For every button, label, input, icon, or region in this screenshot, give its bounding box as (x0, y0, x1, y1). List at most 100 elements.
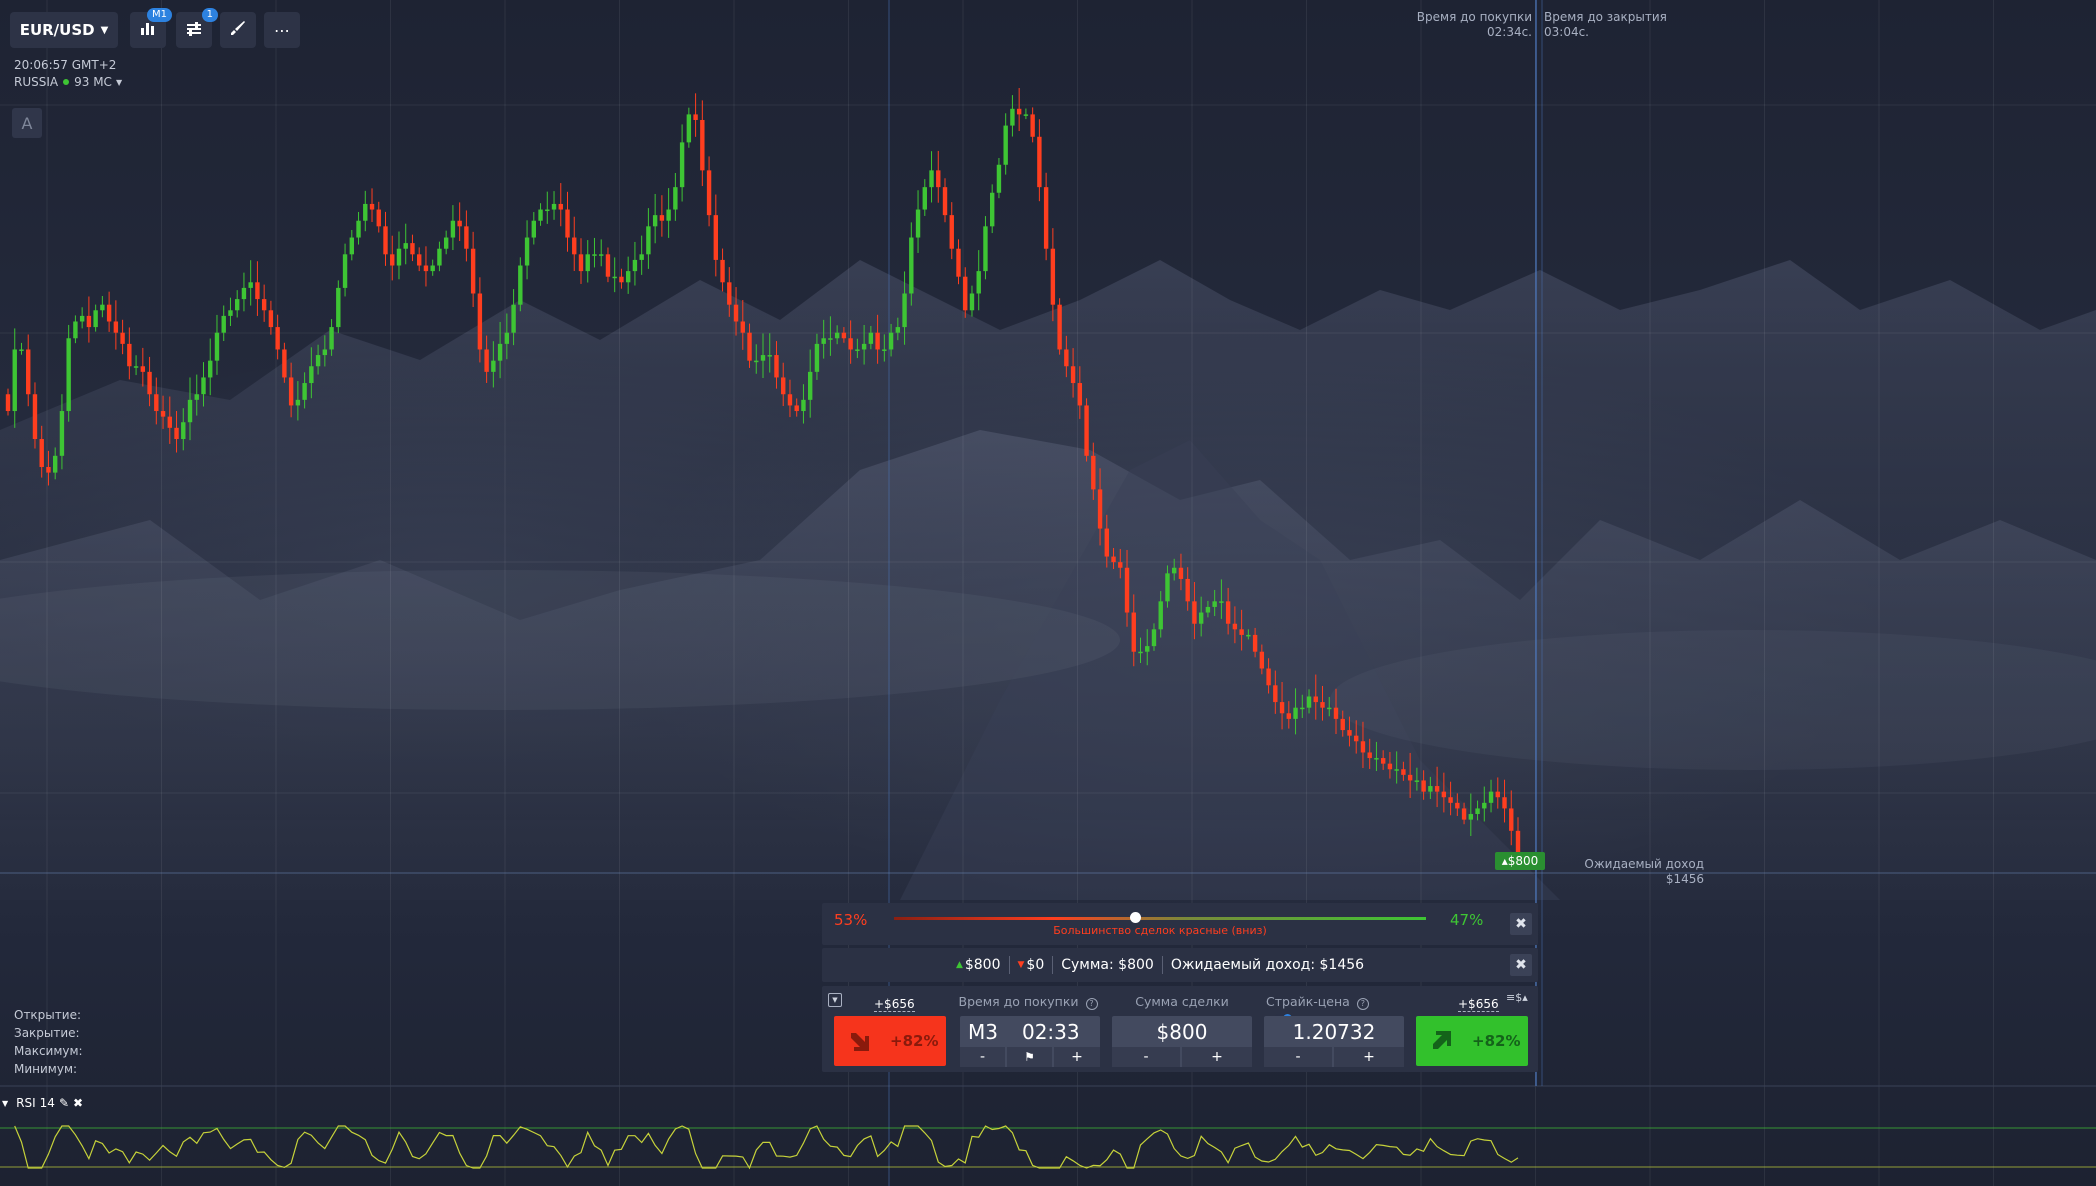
candle-body (147, 371, 152, 395)
strike-minus-button[interactable]: - (1264, 1047, 1332, 1067)
candle-body (706, 170, 712, 216)
help-icon[interactable]: ? (1356, 998, 1369, 1010)
trade-down-percent: +82% (890, 1032, 939, 1050)
time-mode[interactable]: M3 (968, 1020, 998, 1044)
time-to-buy-field-label: Время до покупки ? (958, 994, 1098, 1010)
candle-body (1374, 758, 1379, 760)
candle-body (1205, 606, 1211, 613)
close-icon[interactable]: ✖ (73, 1096, 83, 1110)
candle-body (1273, 685, 1278, 703)
candle-body (1394, 769, 1399, 771)
candle-body (760, 355, 766, 361)
candle-body (1037, 136, 1042, 188)
collapse-panel-button[interactable]: ▼ (828, 993, 842, 1007)
candle-body (1178, 567, 1184, 579)
candle-body (295, 399, 301, 406)
amount-minus-button[interactable]: - (1112, 1047, 1180, 1067)
candle-body (315, 355, 321, 367)
candle-body (767, 355, 772, 357)
candle-body (1003, 125, 1008, 165)
candle-body (329, 327, 334, 350)
more-options-button[interactable]: ⋯ (264, 12, 300, 48)
time-mode-flag-button[interactable]: ⚑ (1007, 1047, 1052, 1067)
rsi-collapse-icon[interactable]: ▼ (2, 1099, 8, 1108)
candle-body (1300, 707, 1305, 710)
indicators-button[interactable]: 1 (176, 8, 218, 48)
indicators-count-badge: 1 (201, 8, 218, 22)
candle-body (248, 282, 253, 288)
candle-body (106, 304, 112, 322)
candle-body (127, 343, 132, 367)
close-summary-button[interactable]: ✖ (1510, 954, 1532, 976)
candle-body (160, 411, 166, 417)
time-minus-button[interactable]: - (960, 1047, 1005, 1067)
candle-body (1118, 562, 1123, 568)
candle-body (727, 282, 732, 305)
minus-label: - (1295, 1049, 1301, 1065)
candle-body (646, 226, 651, 255)
strike-value[interactable]: 1.20732 (1264, 1016, 1404, 1047)
strike-field[interactable]: 1.20732 - + (1264, 1016, 1404, 1067)
time-field[interactable]: M3 02:33 - ⚑ + (960, 1016, 1100, 1067)
candle-body (1050, 248, 1056, 305)
candle-body (477, 293, 483, 350)
rsi-period: 14 (39, 1096, 55, 1110)
candle-body (551, 203, 557, 210)
candle-body (828, 338, 833, 340)
trade-up-button[interactable]: +82% (1416, 1016, 1528, 1066)
help-icon[interactable]: ? (1085, 998, 1098, 1010)
candle-body (841, 332, 847, 339)
time-to-close: Время до закрытия 03:04с. (1544, 10, 1667, 40)
ohlc-low: Минимум: (14, 1062, 78, 1076)
open-position-tag[interactable]: ▴$800 (1495, 852, 1545, 870)
trade-down-button[interactable]: +82% (834, 1016, 946, 1066)
brush-icon (230, 20, 246, 40)
currency-switch[interactable]: ≡$▴ (1506, 991, 1528, 1004)
sentiment-knob[interactable] (1130, 912, 1141, 923)
amount-value[interactable]: $800 (1112, 1016, 1252, 1047)
auto-scale-button[interactable]: A (12, 108, 42, 138)
drawing-tools-button[interactable] (220, 12, 256, 48)
flag-icon: ⚑ (1024, 1050, 1035, 1064)
candle-body (572, 237, 577, 255)
online-dot-icon (63, 79, 70, 85)
time-plus-button[interactable]: + (1054, 1047, 1100, 1067)
candle-body (1111, 556, 1116, 563)
trading-screen: EUR/USD ▼ M1 1 ⋯ 20:06:57 GMT+2 RUSSIA 9… (0, 0, 2096, 1186)
amount-plus-button[interactable]: + (1182, 1047, 1252, 1067)
candle-body (882, 349, 887, 351)
amount-field[interactable]: $800 - + (1112, 1016, 1252, 1067)
candle-body (1293, 707, 1298, 719)
candle-body (1172, 567, 1177, 574)
divider (1008, 956, 1010, 974)
candle-body (208, 360, 213, 378)
sliders-glyph (187, 21, 201, 36)
candle-body (1232, 623, 1238, 630)
region-selector[interactable]: RUSSIA 93 MC ▼ (14, 75, 122, 89)
candle-body (356, 220, 361, 238)
candle-body (5, 394, 11, 412)
time-to-close-label: Время до закрытия (1544, 10, 1667, 24)
close-sentiment-button[interactable]: ✖ (1510, 913, 1532, 935)
candle-body (1320, 702, 1325, 708)
candle-body (875, 332, 880, 350)
candle-body (79, 315, 85, 322)
candle-body (1380, 758, 1386, 764)
candle-body (1347, 730, 1352, 736)
candle-body (457, 220, 462, 227)
candle-body (1151, 629, 1157, 647)
up-arrow-icon: ▲ (955, 960, 963, 970)
candle-body (491, 360, 496, 372)
candle-body (423, 265, 429, 272)
pair-selector-button[interactable]: EUR/USD ▼ (10, 12, 118, 48)
candle-body (187, 399, 193, 423)
pencil-icon[interactable]: ✎ (59, 1096, 69, 1110)
candle-body (1131, 612, 1136, 652)
candle-body (309, 366, 314, 384)
strike-plus-button[interactable]: + (1334, 1047, 1404, 1067)
candle-body (1198, 612, 1204, 624)
chart-type-button[interactable]: M1 (130, 8, 172, 48)
candle-body (443, 237, 449, 249)
candle-body (1246, 634, 1251, 637)
time-to-buy-field-text: Время до покупки (958, 994, 1079, 1009)
